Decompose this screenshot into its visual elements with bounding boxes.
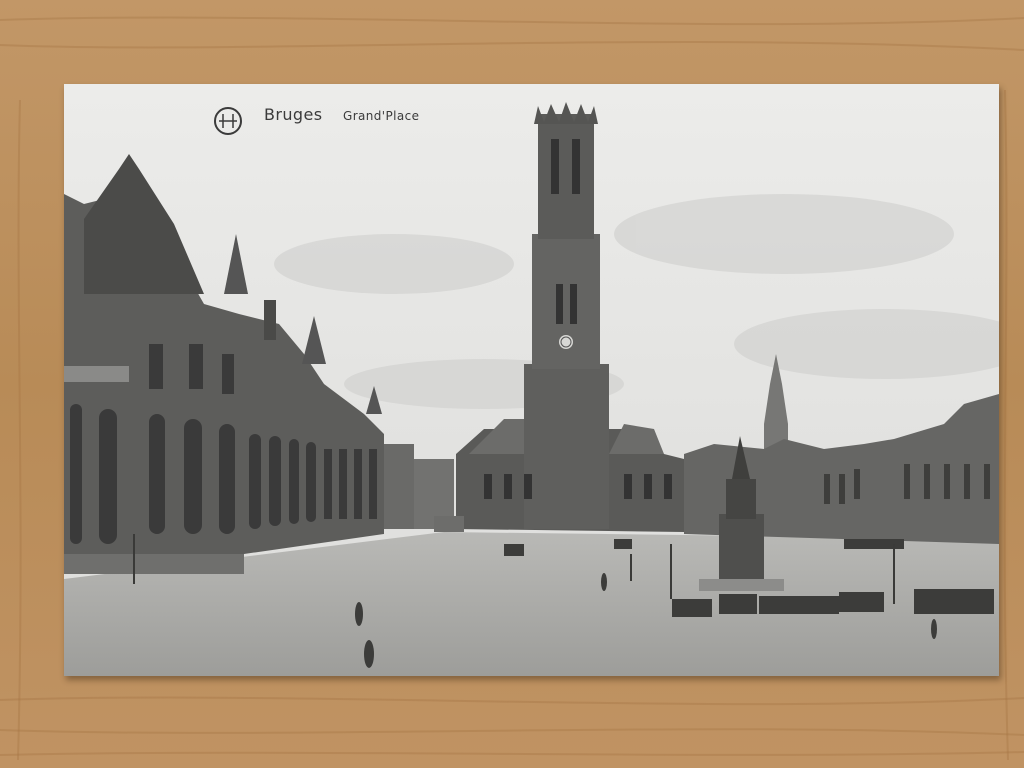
grand-place-photograph bbox=[64, 84, 999, 676]
caption-city: Bruges bbox=[264, 105, 323, 124]
caption-place: Grand'Place bbox=[343, 109, 420, 123]
publisher-logo-icon bbox=[214, 107, 242, 135]
postcard: Bruges Grand'Place bbox=[64, 84, 999, 676]
